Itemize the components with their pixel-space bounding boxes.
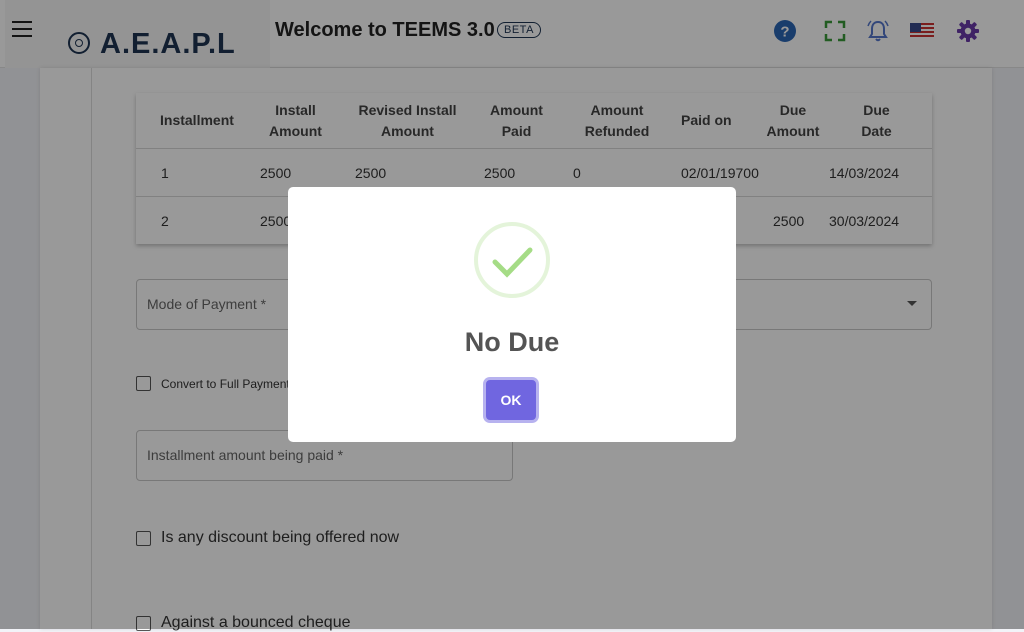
dialog-title: No Due xyxy=(464,327,560,357)
success-dialog: No Due OK xyxy=(288,187,736,442)
success-check-icon xyxy=(474,222,550,298)
ok-button[interactable]: OK xyxy=(486,380,536,420)
